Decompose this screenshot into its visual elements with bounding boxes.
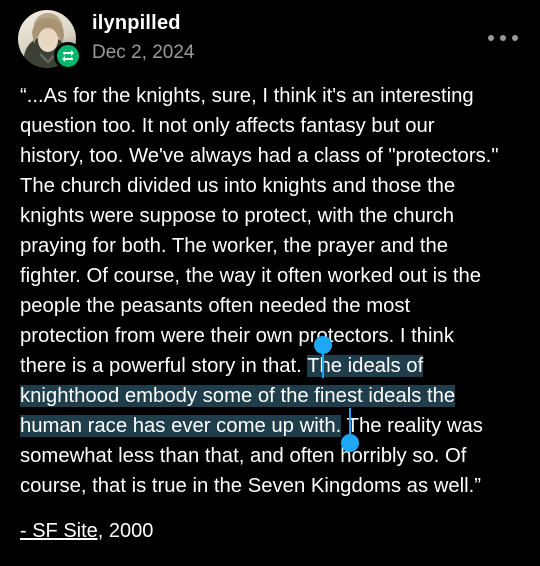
more-dots-icon — [488, 35, 494, 41]
quote-line: question too. It not only affects fantas… — [20, 115, 435, 137]
quote-line-11: knighthood embody some of the finest ide… — [20, 381, 525, 411]
username[interactable]: ilynpilled — [92, 12, 181, 35]
quote-source: - SF Site, 2000 — [20, 516, 153, 546]
selection-end-handle[interactable] — [341, 434, 359, 452]
reblog-icon — [54, 42, 82, 70]
post-header: ilynpilled Dec 2, 2024 — [0, 0, 540, 80]
selection-end-caret — [349, 408, 351, 436]
text-selection[interactable]: knighthood embody some of the finest ide… — [20, 385, 456, 407]
more-options-button[interactable] — [488, 26, 518, 50]
quote-text-unselected: there is a powerful story in that. — [20, 355, 308, 377]
text-selection[interactable]: The ideals of — [307, 355, 424, 377]
quote-line: knights were suppose to protect, with th… — [20, 205, 455, 227]
quote-line: The church divided us into knights and t… — [20, 175, 456, 197]
quote-line: people the peasants often needed the mos… — [20, 295, 411, 317]
quote-line: praying for both. The worker, the prayer… — [20, 235, 449, 257]
post-date: Dec 2, 2024 — [92, 42, 195, 63]
quote-line: “...As for the knights, sure, I think it… — [20, 85, 474, 107]
text-selection[interactable]: human race has ever come up with. — [20, 415, 342, 437]
quote-line-10: there is a powerful story in that. The i… — [20, 351, 525, 381]
selection-start-caret — [322, 350, 324, 378]
quote-line: protection from were their own protector… — [20, 325, 454, 347]
quote-line-12: human race has ever come up with. The re… — [20, 411, 525, 441]
quote-text: “...As for the knights, sure, I think it… — [20, 81, 525, 501]
quote-text-unselected: The reality was — [341, 415, 483, 437]
quote-line: history, too. We've always had a class o… — [20, 145, 499, 167]
quote-line: somewhat less than that, and often horri… — [20, 445, 467, 467]
source-link[interactable]: - SF Site, — [20, 520, 103, 542]
quote-line: fighter. Of course, the way it often wor… — [20, 265, 482, 287]
source-year: 2000 — [103, 520, 154, 542]
quote-line: course, that is true in the Seven Kingdo… — [20, 475, 482, 497]
